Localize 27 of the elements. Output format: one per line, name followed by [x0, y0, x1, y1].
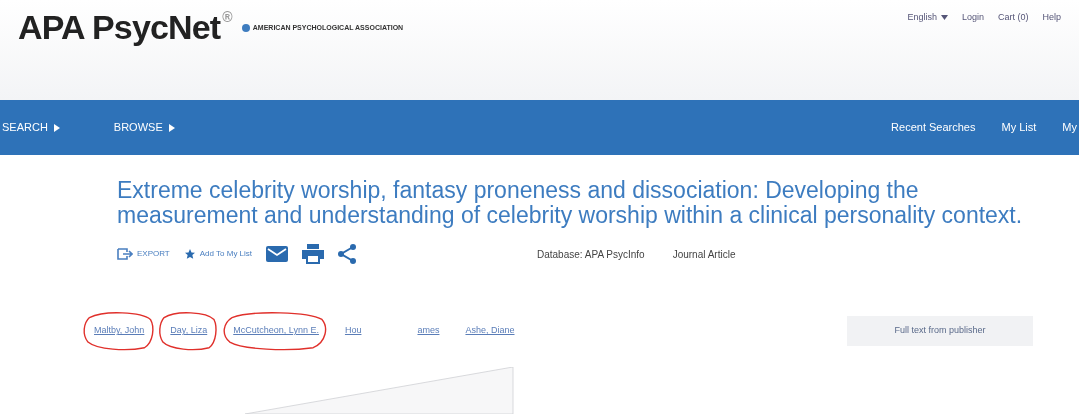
database-label: Database: APA PsycInfo	[537, 247, 645, 262]
header-link[interactable]: Login	[961, 11, 984, 25]
author-link[interactable]: Hou	[344, 324, 362, 338]
article-title: Extreme celebrity worship, fantasy proneness and dissociation: Developing the measurement and understanding of celebrity worship within a clinical personality context.	[117, 178, 1024, 228]
nav-link[interactable]: My	[1062, 119, 1077, 136]
nav-link[interactable]: Recent Searches	[891, 119, 976, 136]
header-link[interactable]: English	[907, 11, 948, 25]
globe-logo-icon	[241, 24, 250, 33]
author-link[interactable]: Ashe, Diane	[465, 324, 515, 338]
header-link[interactable]: Cart (0)	[997, 11, 1029, 25]
export-icon	[117, 248, 133, 260]
nav-menu-item[interactable]: SEARCH	[2, 119, 60, 136]
nav-link[interactable]: My List	[1001, 119, 1037, 136]
add-to-list-link[interactable]: Add To My List	[183, 248, 253, 260]
share-icon[interactable]	[338, 244, 357, 264]
export-link[interactable]: EXPORT	[117, 248, 170, 260]
header-link[interactable]: Help	[1042, 11, 1061, 25]
caret-icon	[168, 123, 175, 132]
document-type: Journal Article	[672, 247, 736, 262]
star-icon	[183, 248, 196, 260]
full-text-button[interactable]: Full text from publisher	[847, 316, 1033, 346]
print-icon[interactable]	[302, 244, 325, 264]
email-icon[interactable]	[266, 246, 289, 262]
author-link[interactable]: ames	[417, 324, 440, 338]
caret-icon	[53, 123, 60, 132]
nav-menu-item[interactable]: BROWSE	[113, 119, 175, 136]
site-logo[interactable]: APA PsycNet®	[18, 10, 232, 44]
